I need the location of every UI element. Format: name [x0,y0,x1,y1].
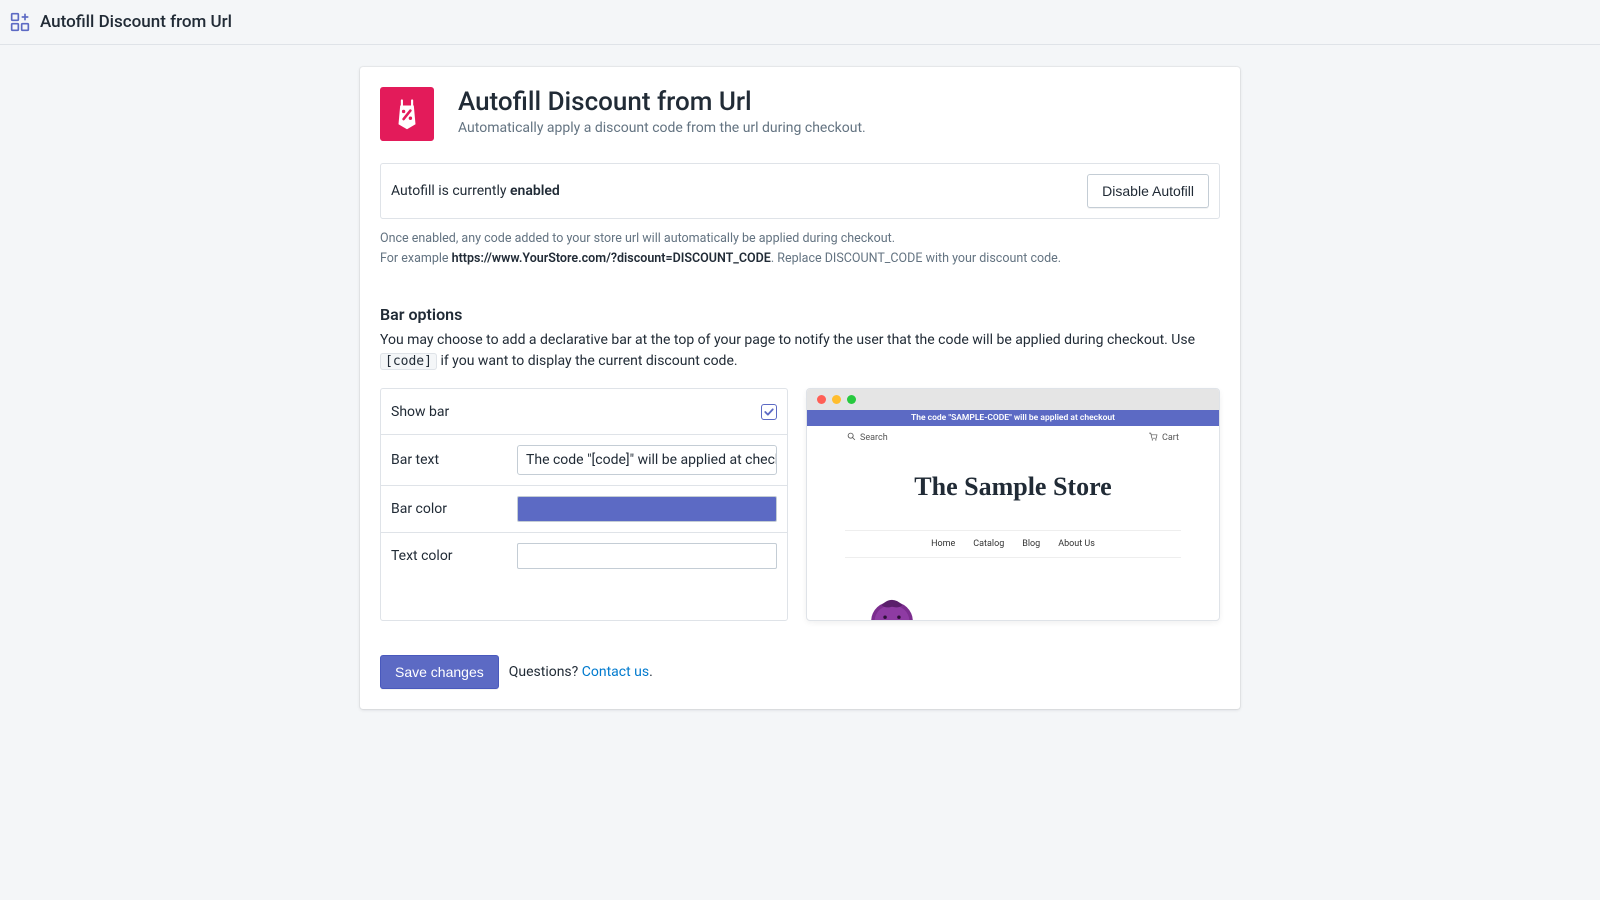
code-chip: [code] [380,353,437,370]
status-text: Autofill is currently enabled [391,183,560,199]
eggplant-icon [865,586,919,620]
preview-menu: Home Catalog Blog About Us [845,530,1181,558]
search-icon [847,432,856,444]
preview-nav: Search Cart [807,426,1219,450]
app-logo [380,87,434,141]
cart-icon [1148,432,1158,444]
apps-icon [10,12,30,32]
preview-store-title: The Sample Store [807,450,1219,530]
preview-chrome [807,389,1219,410]
preview-discount-bar: The code "SAMPLE-CODE" will be applied a… [807,410,1219,426]
save-changes-button[interactable]: Save changes [380,655,499,689]
help-text: Once enabled, any code added to your sto… [380,229,1220,269]
window-close-icon [817,395,826,404]
option-text-color: Text color [381,533,787,579]
topbar: Autofill Discount from Url [0,0,1600,45]
contact-us-link[interactable]: Contact us [582,664,649,680]
app-header: Autofill Discount from Url Automatically… [380,87,1220,141]
status-card: Autofill is currently enabled Disable Au… [380,163,1220,219]
option-bar-color: Bar color [381,486,787,533]
main-card: Autofill Discount from Url Automatically… [360,67,1240,709]
options-row: Show bar Bar text The code "[code]" will… [380,388,1220,621]
option-show-bar: Show bar [381,389,787,435]
bar-color-input[interactable] [517,496,777,522]
bar-options-desc: You may choose to add a declarative bar … [380,330,1220,372]
footer-row: Save changes Questions? Contact us. [380,655,1220,689]
text-color-input[interactable] [517,543,777,569]
footer-text: Questions? Contact us. [509,664,653,680]
app-subtitle: Automatically apply a discount code from… [458,120,866,136]
app-title: Autofill Discount from Url [458,87,866,118]
show-bar-checkbox[interactable] [761,404,777,420]
options-table: Show bar Bar text The code "[code]" will… [380,388,788,621]
option-bar-text: Bar text The code "[code]" will be appli… [381,435,787,486]
window-max-icon [847,395,856,404]
preview-body [807,558,1219,620]
disable-autofill-button[interactable]: Disable Autofill [1087,174,1209,208]
bar-text-input[interactable]: The code "[code]" will be applied at che… [517,445,777,475]
window-min-icon [832,395,841,404]
topbar-title: Autofill Discount from Url [40,12,232,32]
preview-window: The code "SAMPLE-CODE" will be applied a… [806,388,1220,621]
bar-options-title: Bar options [380,305,1220,324]
